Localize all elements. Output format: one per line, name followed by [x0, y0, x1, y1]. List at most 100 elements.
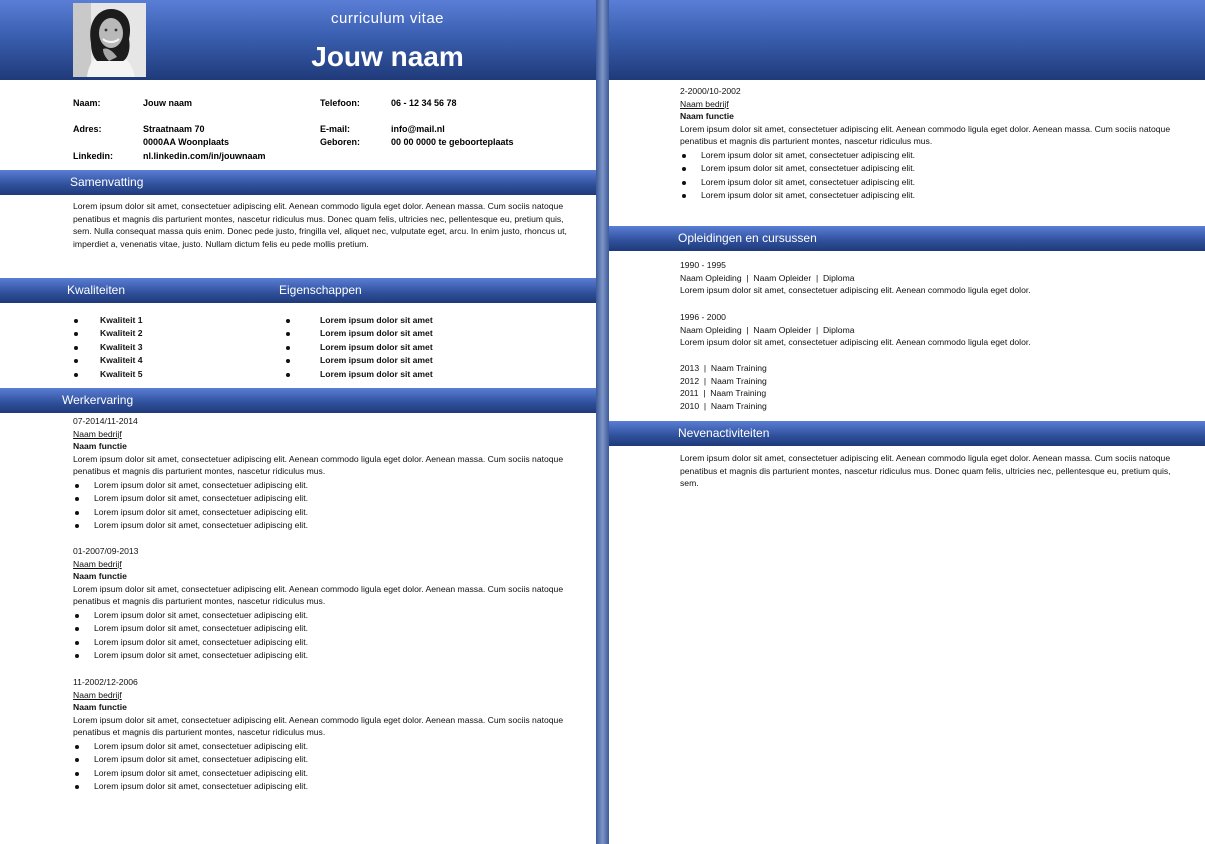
portrait-image — [73, 3, 146, 77]
job-bullets: Lorem ipsum dolor sit amet, consectetuer… — [73, 479, 569, 533]
job-description: Lorem ipsum dolor sit amet, consectetuer… — [73, 583, 564, 607]
list-item: Lorem ipsum dolor sit amet, consectetuer… — [73, 740, 569, 753]
email-value: info@mail.nl — [391, 124, 445, 134]
list-item: Lorem ipsum dolor sit amet, consectetuer… — [73, 636, 569, 649]
section-title-samenvatting: Samenvatting — [70, 175, 144, 189]
job-company: Naam bedrijf — [73, 558, 122, 569]
job-bullets: Lorem ipsum dolor sit amet, consectetuer… — [680, 149, 1180, 203]
education-detail: Naam Opleiding | Naam Opleider | Diploma — [680, 272, 855, 283]
job-role: Naam functie — [680, 111, 734, 122]
list-item: Lorem ipsum dolor sit amet, consectetuer… — [73, 609, 569, 622]
education-description: Lorem ipsum dolor sit amet, consectetuer… — [680, 337, 1031, 348]
list-item: Lorem ipsum dolor sit amet, consectetuer… — [73, 649, 569, 662]
summary-text: Lorem ipsum dolor sit amet, consectetuer… — [73, 201, 567, 249]
section-title-kwaliteiten: Kwaliteiten — [67, 283, 126, 297]
list-item: Kwaliteit 5 — [72, 368, 143, 381]
email-label: E-mail: — [320, 124, 351, 134]
education-description: Lorem ipsum dolor sit amet, consectetuer… — [680, 285, 1031, 296]
job-entry-2: 01-2007/09-2013 Naam bedrijf Naam functi… — [73, 545, 569, 663]
telefoon-label: Telefoon: — [320, 98, 360, 108]
section-title-werkervaring: Werkervaring — [62, 393, 134, 407]
list-item: Lorem ipsum dolor sit amet, consectetuer… — [680, 176, 1180, 189]
job-description: Lorem ipsum dolor sit amet, consectetuer… — [680, 123, 1171, 147]
linkedin-value: nl.linkedin.com/in/jouwnaam — [143, 151, 266, 161]
list-item: Kwaliteit 2 — [72, 327, 143, 340]
job-entry-4: 2-2000/10-2002 Naam bedrijf Naam functie… — [680, 85, 1180, 203]
name-title: Jouw naam — [311, 41, 464, 72]
list-item: Kwaliteit 3 — [72, 341, 143, 354]
side-activities-text: Lorem ipsum dolor sit amet, consectetuer… — [680, 453, 1171, 489]
list-item: Lorem ipsum dolor sit amet, consectetuer… — [680, 149, 1180, 162]
naam-label: Naam: — [73, 98, 101, 108]
profile-photo — [73, 3, 146, 77]
section-title-eigenschappen: Eigenschappen — [279, 283, 362, 297]
document-viewer: curriculum vitae Jouw naam Naam: Jouw na… — [0, 0, 1205, 844]
list-item: Lorem ipsum dolor sit amet, consectetuer… — [73, 479, 569, 492]
page-2: 2-2000/10-2002 Naam bedrijf Naam functie… — [609, 0, 1205, 844]
adres-line1: Straatnaam 70 — [143, 124, 205, 134]
list-item: Lorem ipsum dolor sit amet — [284, 314, 433, 327]
education-years: 1990 - 1995 — [680, 260, 726, 270]
job-company: Naam bedrijf — [73, 428, 122, 439]
adres-line2: 0000AA Woonplaats — [143, 137, 230, 147]
job-date: 2-2000/10-2002 — [680, 86, 741, 96]
list-item: Lorem ipsum dolor sit amet — [284, 368, 433, 381]
job-description: Lorem ipsum dolor sit amet, consectetuer… — [73, 453, 564, 477]
list-item: Lorem ipsum dolor sit amet — [284, 327, 433, 340]
education-entry-1: 1990 - 1995 Naam Opleiding | Naam Opleid… — [680, 259, 1180, 297]
list-item: Lorem ipsum dolor sit amet — [284, 341, 433, 354]
geboren-label: Geboren: — [320, 137, 361, 147]
job-date: 07-2014/11-2014 — [73, 416, 138, 426]
section-title-opleidingen: Opleidingen en cursussen — [678, 231, 817, 245]
naam-value: Jouw naam — [143, 98, 193, 108]
education-detail: Naam Opleiding | Naam Opleider | Diploma — [680, 324, 855, 335]
job-role: Naam functie — [73, 571, 127, 582]
section-title-nevenactiviteiten: Nevenactiviteiten — [678, 426, 770, 440]
section-bar-opleidingen: Opleidingen en cursussen — [609, 226, 1205, 251]
job-role: Naam functie — [73, 441, 127, 452]
education-entry-2: 1996 - 2000 Naam Opleiding | Naam Opleid… — [680, 311, 1180, 349]
list-item: Lorem ipsum dolor sit amet, consectetuer… — [73, 780, 569, 793]
page-1: curriculum vitae Jouw naam Naam: Jouw na… — [0, 0, 596, 844]
section-bar-nevenactiviteiten: Nevenactiviteiten — [609, 421, 1205, 446]
cv-label: curriculum vitae — [330, 10, 445, 27]
trainings-list: 2013 | Naam Training 2012 | Naam Trainin… — [680, 362, 767, 413]
telefoon-value: 06 - 12 34 56 78 — [391, 98, 457, 108]
list-item: Kwaliteit 1 — [72, 314, 143, 327]
list-item: Lorem ipsum dolor sit amet, consectetuer… — [73, 767, 569, 780]
job-date: 11-2002/12-2006 — [73, 677, 138, 687]
adres-label: Adres: — [73, 124, 102, 134]
qualities-list: Kwaliteit 1 Kwaliteit 2 Kwaliteit 3 Kwal… — [72, 314, 143, 381]
job-date: 01-2007/09-2013 — [73, 546, 139, 556]
list-item: 2013 | Naam Training — [680, 363, 767, 373]
section-bar-werkervaring: Werkervaring — [0, 388, 596, 413]
list-item: Lorem ipsum dolor sit amet, consectetuer… — [680, 189, 1180, 202]
header-band — [609, 0, 1205, 80]
list-item: Lorem ipsum dolor sit amet, consectetuer… — [73, 492, 569, 505]
list-item: 2012 | Naam Training — [680, 375, 767, 386]
section-bar-samenvatting: Samenvatting — [0, 170, 596, 195]
page-gutter — [596, 0, 609, 844]
job-company: Naam bedrijf — [73, 689, 122, 700]
traits-list: Lorem ipsum dolor sit amet Lorem ipsum d… — [284, 314, 433, 381]
list-item: Lorem ipsum dolor sit amet, consectetuer… — [73, 506, 569, 519]
job-company: Naam bedrijf — [680, 98, 729, 109]
job-bullets: Lorem ipsum dolor sit amet, consectetuer… — [73, 740, 569, 794]
job-entry-1: 07-2014/11-2014 Naam bedrijf Naam functi… — [73, 415, 569, 533]
job-role: Naam functie — [73, 702, 127, 713]
list-item: Lorem ipsum dolor sit amet — [284, 354, 433, 367]
list-item: Lorem ipsum dolor sit amet, consectetuer… — [73, 753, 569, 766]
section-bar-kwaliteiten: Kwaliteiten Eigenschappen — [0, 278, 596, 303]
list-item: 2011 | Naam Training — [680, 388, 767, 399]
list-item: Lorem ipsum dolor sit amet, consectetuer… — [73, 519, 569, 532]
list-item: Lorem ipsum dolor sit amet, consectetuer… — [680, 162, 1180, 175]
list-item: Kwaliteit 4 — [72, 354, 143, 367]
job-entry-3: 11-2002/12-2006 Naam bedrijf Naam functi… — [73, 676, 569, 794]
education-years: 1996 - 2000 — [680, 312, 726, 322]
linkedin-label: Linkedin: — [73, 151, 113, 161]
job-description: Lorem ipsum dolor sit amet, consectetuer… — [73, 714, 564, 738]
job-bullets: Lorem ipsum dolor sit amet, consectetuer… — [73, 609, 569, 663]
list-item: Lorem ipsum dolor sit amet, consectetuer… — [73, 622, 569, 635]
list-item: 2010 | Naam Training — [680, 401, 767, 412]
geboren-value: 00 00 0000 te geboorteplaats — [391, 137, 514, 147]
